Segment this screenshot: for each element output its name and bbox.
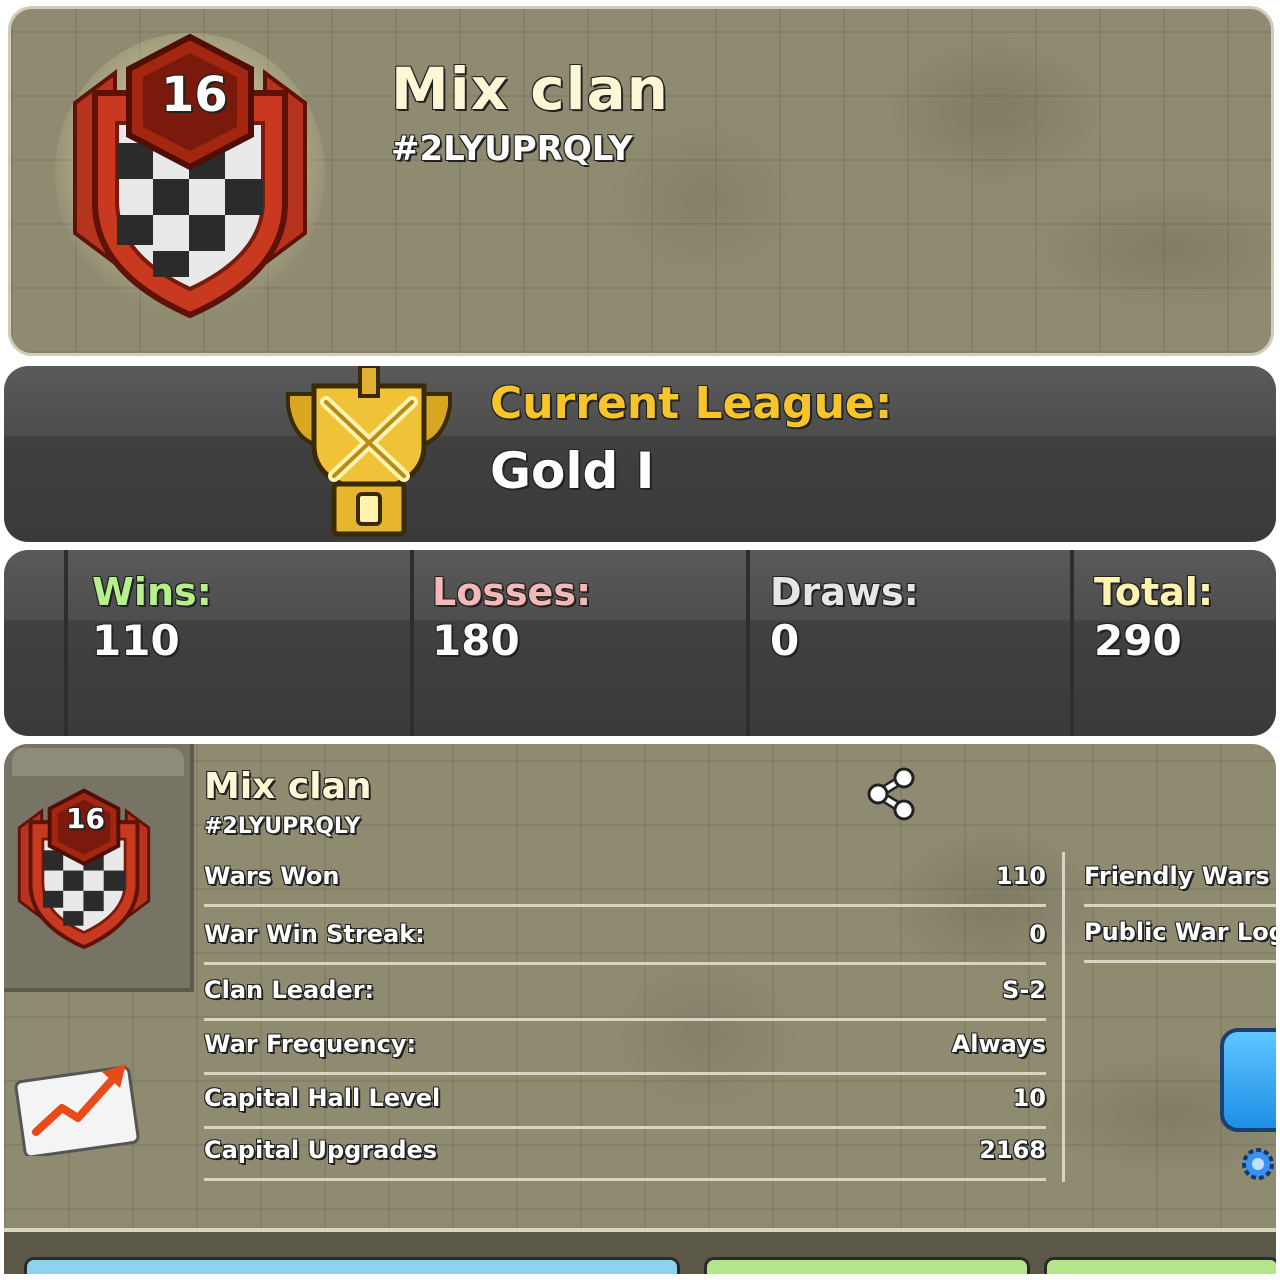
row-clan-leader: Clan Leader: S-2 (204, 964, 1046, 1021)
row-friendly-wars: Friendly Wars (1084, 850, 1276, 907)
league-trophy-icon (286, 366, 452, 537)
losses-label: Losses: (432, 570, 592, 614)
column-divider (1062, 852, 1065, 1182)
blue-action-button[interactable] (1220, 1028, 1276, 1132)
draws-label: Draws: (770, 570, 919, 614)
sidebar-tab[interactable] (12, 748, 184, 776)
share-icon[interactable] (864, 766, 920, 822)
row-capital-upgrades: Capital Upgrades 2168 (204, 1124, 1046, 1181)
row-war-win-streak: War Win Streak: 0 (204, 908, 1046, 965)
details-clan-tag: #2LYUPRQLY (204, 814, 361, 839)
draws-stat: Draws: 0 (746, 550, 1074, 736)
row-label: Capital Upgrades (204, 1136, 438, 1164)
bottom-bar (4, 1228, 1276, 1274)
row-label: Wars Won (204, 862, 340, 890)
clan-level-badge: 16 (161, 67, 228, 123)
clan-header-panel: 16 Mix clan #2LYUPRQLY (8, 6, 1274, 356)
total-stat: Total: 290 (1070, 550, 1276, 736)
row-capital-hall-level: Capital Hall Level 10 (204, 1072, 1046, 1129)
row-value: S-2 (1002, 976, 1046, 1004)
bottom-tab-button[interactable] (704, 1257, 1030, 1274)
bottom-tab-button[interactable] (1044, 1257, 1276, 1274)
details-clan-name: Mix clan (204, 766, 372, 807)
losses-value: 180 (432, 616, 520, 665)
clan-level-small: 16 (66, 802, 105, 835)
clan-details-panel: 16 Mix clan #2LYUPRQLY Wars Won 110 War … (4, 744, 1276, 1274)
wins-value: 110 (92, 616, 180, 665)
wins-label: Wins: (92, 570, 212, 614)
row-label: Clan Leader: (204, 976, 375, 1004)
gear-icon[interactable] (1240, 1146, 1276, 1182)
row-war-frequency: War Frequency: Always (204, 1018, 1046, 1075)
current-league-label: Current League: (490, 378, 893, 429)
losses-stat: Losses: 180 (410, 550, 750, 736)
row-label: Friendly Wars (1084, 862, 1270, 890)
row-wars-won: Wars Won 110 (204, 850, 1046, 907)
clan-tag: #2LYUPRQLY (391, 129, 633, 169)
row-value: Always (951, 1030, 1046, 1058)
details-sidebar: 16 (4, 744, 194, 992)
chart-trend-icon[interactable] (14, 1044, 140, 1156)
wins-stat: Wins: 110 (64, 550, 414, 736)
row-label: Public War Log (1084, 918, 1276, 946)
row-value: 110 (995, 862, 1046, 890)
row-value: 2168 (979, 1136, 1046, 1164)
war-stats-panel: Wins: 110 Losses: 180 Draws: 0 Total: 29… (4, 550, 1276, 736)
bottom-tab-button[interactable] (24, 1257, 680, 1274)
row-public-war-log: Public War Log (1084, 906, 1276, 963)
league-panel: Current League: Gold I (4, 366, 1276, 542)
row-value: 0 (1029, 920, 1046, 948)
row-label: Capital Hall Level (204, 1084, 441, 1112)
row-label: War Win Streak: (204, 920, 425, 948)
clan-name: Mix clan (391, 55, 669, 123)
current-league-value: Gold I (490, 442, 655, 500)
total-value: 290 (1094, 616, 1182, 665)
draws-value: 0 (770, 616, 800, 665)
row-label: War Frequency: (204, 1030, 417, 1058)
row-value: 10 (1012, 1084, 1046, 1112)
total-label: Total: (1094, 570, 1214, 614)
